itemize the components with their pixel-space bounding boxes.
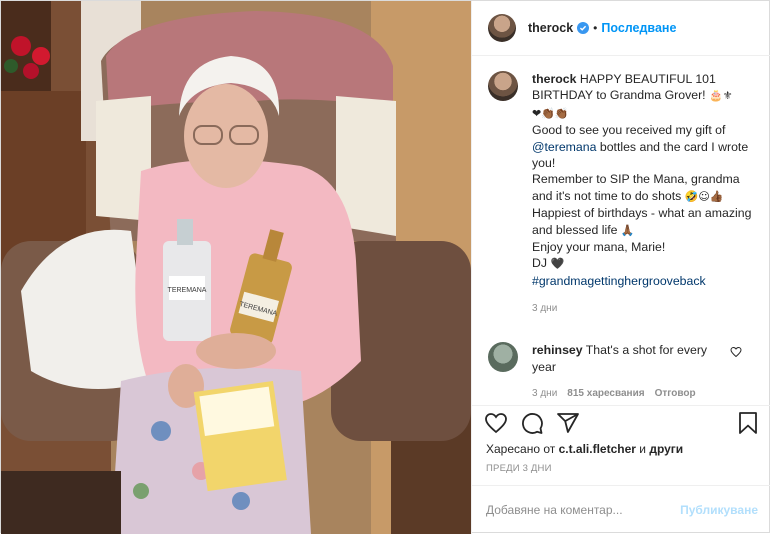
author-username[interactable]: therock bbox=[528, 21, 573, 35]
comment-meta: 3 дни 815 харесвания Отговор bbox=[532, 388, 756, 399]
caption-age[interactable]: 3 дни bbox=[532, 301, 756, 317]
author-avatar[interactable] bbox=[488, 14, 516, 42]
caption-author[interactable]: therock bbox=[532, 72, 576, 86]
heart-icon[interactable] bbox=[484, 411, 508, 435]
likes-others[interactable]: други bbox=[649, 442, 683, 456]
add-comment-bar: Публикуване bbox=[472, 485, 770, 534]
caption-line1-emoji: 🎂⚜ bbox=[709, 89, 733, 103]
comment-icon[interactable] bbox=[520, 411, 544, 435]
small-heart-icon[interactable] bbox=[730, 346, 742, 358]
likes-prefix: Харесано от bbox=[486, 442, 559, 456]
caption-hearts-emoji: ❤👏🏾👏🏾 bbox=[532, 106, 569, 120]
comment-age[interactable]: 3 дни bbox=[532, 388, 557, 399]
share-icon[interactable] bbox=[556, 411, 580, 435]
follow-button[interactable]: Последване bbox=[601, 21, 676, 35]
comments-section: therock HAPPY BEAUTIFUL 101 BIRTHDAY to … bbox=[472, 71, 770, 401]
comment-item: rehinsey That's a shot for every year bbox=[488, 341, 756, 376]
post-photo[interactable]: TEREMANA TEREMANA bbox=[1, 1, 471, 534]
commenter-avatar[interactable] bbox=[488, 341, 518, 372]
commenter-username[interactable]: rehinsey bbox=[532, 343, 583, 357]
caption-mention[interactable]: @teremana bbox=[532, 140, 596, 154]
caption: therock HAPPY BEAUTIFUL 101 BIRTHDAY to … bbox=[488, 71, 756, 318]
caption-p6-emoji: 🖤 bbox=[550, 257, 565, 271]
caption-body: therock HAPPY BEAUTIFUL 101 BIRTHDAY to … bbox=[532, 71, 756, 318]
caption-p4: Happiest of birthdays - what an amazing … bbox=[532, 206, 752, 237]
publish-button[interactable]: Публикуване bbox=[680, 503, 758, 517]
bookmark-icon[interactable] bbox=[736, 411, 760, 435]
comment-likes[interactable]: 815 харесвания bbox=[567, 388, 644, 399]
caption-author-avatar[interactable] bbox=[488, 71, 518, 101]
svg-text:TEREMANA: TEREMANA bbox=[168, 287, 207, 294]
reply-button[interactable]: Отговор bbox=[655, 388, 696, 399]
action-bar bbox=[472, 405, 770, 439]
post-side-panel: therock • Последване therock HAPPY BEAUT… bbox=[471, 1, 770, 534]
post-timestamp[interactable]: ПРЕДИ 3 ДНИ bbox=[486, 463, 552, 474]
caption-p6: DJ bbox=[532, 256, 551, 271]
likes-user[interactable]: c.t.ali.fletcher bbox=[559, 442, 636, 456]
post-header: therock • Последване bbox=[472, 1, 770, 56]
caption-p4-emoji: 🙏🏾 bbox=[620, 223, 635, 237]
caption-p3-emoji: 🤣☺👍🏾 bbox=[684, 189, 724, 203]
caption-p5: Enjoy your mana, Marie! bbox=[532, 240, 666, 255]
post-photo-illustration: TEREMANA TEREMANA bbox=[1, 1, 471, 534]
likes-summary: Харесано от c.t.ali.fletcher и други bbox=[486, 442, 683, 456]
instagram-post: TEREMANA TEREMANA therock • Последване t… bbox=[0, 0, 770, 534]
caption-p2-pre: Good to see you received my gift of bbox=[532, 123, 726, 138]
add-comment-input[interactable] bbox=[486, 503, 681, 517]
comment-body: rehinsey That's a shot for every year bbox=[532, 342, 732, 376]
caption-hashtag[interactable]: #grandmagettinghergrooveback bbox=[532, 274, 706, 288]
separator-dot: • bbox=[593, 21, 598, 35]
likes-mid: и bbox=[635, 442, 650, 456]
verified-badge-icon bbox=[577, 22, 590, 34]
